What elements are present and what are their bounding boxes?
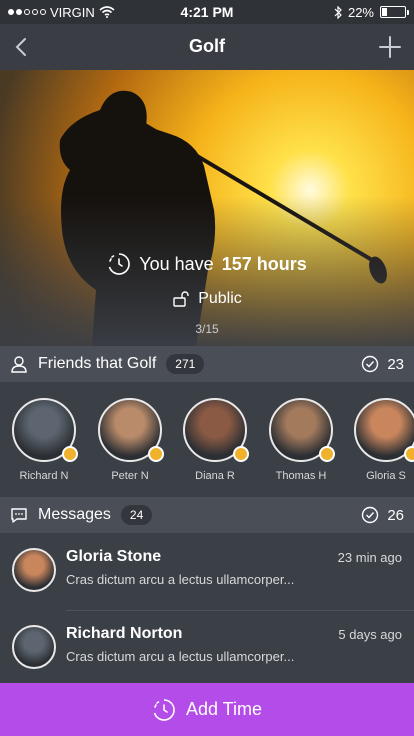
- add-plus-icon[interactable]: [376, 33, 404, 61]
- medal-badge-icon: [148, 446, 164, 462]
- nav-bar: Golf: [0, 24, 414, 70]
- unlock-icon: [173, 291, 189, 307]
- avatar: [269, 398, 335, 462]
- message-preview: Cras dictum arcu a lectus ullamcorper...: [66, 649, 295, 664]
- page-title: Golf: [189, 36, 225, 56]
- avatar: [354, 398, 414, 462]
- messages-count-badge: 24: [120, 505, 153, 525]
- messages-check-value: 26: [387, 506, 404, 524]
- hours-summary: You have 157 hours: [0, 252, 414, 276]
- messages-header-label: Messages: [38, 506, 111, 523]
- friend-item[interactable]: Richard N: [9, 398, 79, 482]
- person-icon: [10, 355, 28, 373]
- avatar: [12, 625, 56, 669]
- battery-icon: [380, 6, 409, 18]
- friends-check-count: 23: [361, 355, 404, 373]
- status-right: 22%: [334, 4, 409, 20]
- message-item[interactable]: Gloria Stone 23 min ago Cras dictum arcu…: [0, 534, 414, 610]
- visibility-row[interactable]: Public: [0, 290, 414, 308]
- medal-badge-icon: [62, 446, 78, 462]
- messages-check-count: 26: [361, 506, 404, 524]
- avatar: [98, 398, 164, 462]
- friend-item[interactable]: Diana R: [180, 398, 250, 482]
- chat-bubble-icon: [10, 506, 28, 524]
- avatar: [12, 398, 78, 462]
- friend-item[interactable]: Thomas H: [266, 398, 336, 482]
- hours-prefix: You have: [139, 253, 214, 274]
- add-time-label: Add Time: [185, 699, 263, 719]
- bluetooth-icon: [334, 5, 342, 19]
- status-bar: VIRGIN 4:21 PM 22%: [0, 0, 414, 24]
- friend-name: Diana R: [195, 470, 235, 482]
- add-time-button[interactable]: Add Time: [0, 683, 414, 736]
- message-time: 23 min ago: [337, 550, 402, 565]
- message-item[interactable]: Richard Norton 5 days ago Cras dictum ar…: [0, 611, 414, 687]
- friends-carousel[interactable]: Richard N Peter N Diana R Thomas H Glori…: [0, 382, 414, 496]
- friend-name: Thomas H: [275, 470, 327, 482]
- hero-banner: You have 157 hours Public 3/15: [0, 70, 414, 346]
- friend-name: Gloria S: [366, 470, 406, 482]
- message-sender: Richard Norton: [66, 625, 183, 642]
- friend-name: Peter N: [111, 470, 149, 482]
- message-preview: Cras dictum arcu a lectus ullamcorper...: [66, 572, 295, 587]
- friends-section-header[interactable]: Friends that Golf 271 23: [0, 346, 414, 382]
- messages-section-header[interactable]: Messages 24 26: [0, 497, 414, 533]
- visibility-label: Public: [198, 290, 242, 307]
- message-sender: Gloria Stone: [66, 548, 162, 565]
- check-circle-icon: [362, 506, 379, 524]
- page-indicator: 3/15: [195, 322, 219, 336]
- timer-icon: [109, 253, 131, 275]
- friends-header-label: Friends that Golf: [38, 355, 157, 372]
- avatar: [12, 548, 56, 592]
- hero-info: You have 157 hours Public 3/15: [0, 252, 414, 336]
- friends-count-badge: 271: [166, 354, 205, 374]
- message-time: 5 days ago: [338, 627, 402, 642]
- medal-badge-icon: [319, 446, 335, 462]
- medal-badge-icon: [233, 446, 249, 462]
- battery-percentage: 22%: [347, 4, 374, 20]
- friend-name: Richard N: [19, 470, 69, 482]
- friend-item[interactable]: Peter N: [95, 398, 165, 482]
- medal-badge-icon: [404, 446, 414, 462]
- avatar: [183, 398, 249, 462]
- friend-item[interactable]: Gloria S: [351, 398, 414, 482]
- hours-value: 157 hours: [221, 253, 307, 274]
- timer-icon: [153, 698, 175, 721]
- check-circle-icon: [362, 355, 379, 373]
- friends-check-value: 23: [387, 355, 404, 373]
